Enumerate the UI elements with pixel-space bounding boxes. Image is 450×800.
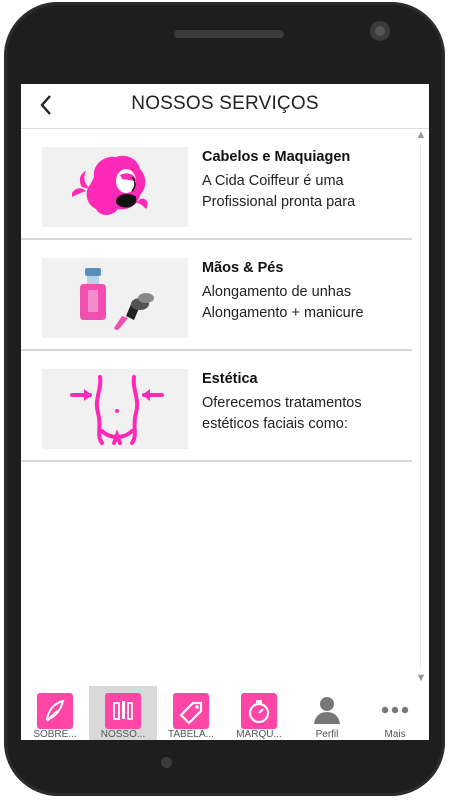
list-item-estetica[interactable]: Estética Oferecemos tratamentos estético… [21,351,412,462]
tab-mais[interactable]: Mais [361,686,429,740]
phone-mic [161,757,172,768]
service-title: Cabelos e Maquiagen [202,149,351,165]
more-dots-icon [377,692,413,728]
service-thumbnail [42,369,188,449]
scroll-down-icon[interactable]: ▼ [413,672,429,684]
service-description: Oferecemos tratamentos estéticos faciais… [202,395,362,432]
tab-label: MARQU... [236,729,282,740]
tab-label: Mais [384,729,406,740]
tab-marque[interactable]: MARQU... [225,686,293,740]
user-icon [309,692,345,728]
list-item-cabelos[interactable]: Cabelos e Maquiagen A Cida Coiffeur é um… [21,129,412,240]
beauty-tools-icon [105,693,141,729]
hair-makeup-icon [72,155,148,215]
service-thumbnail [42,258,188,338]
tab-label: TABELA... [168,729,214,740]
scroll-track [420,145,421,668]
app-screen: NOSSOS SERVIÇOS Cabelos e Maquiagen A Ci… [21,84,429,740]
tab-sobre[interactable]: SOBRE... [21,686,89,740]
scroll-up-icon[interactable]: ▲ [413,129,429,141]
list-item-maos-pes[interactable]: Mãos & Pés Alongamento de unhas Alongame… [21,240,412,351]
stopwatch-icon [241,693,277,729]
tab-label: Perfil [315,729,339,740]
service-description: Alongamento de unhas Alongamento + manic… [202,284,364,321]
tag-icon [173,693,209,729]
phone-camera [370,21,390,41]
service-title: Mãos & Pés [202,260,284,276]
service-title: Estética [202,371,258,387]
bottom-tab-bar: SOBRE... NOSSO... TABELA... MARQU... Per [21,686,429,740]
tab-perfil[interactable]: Perfil [293,686,361,740]
service-thumbnail [42,147,188,227]
phone-speaker [174,30,284,38]
tab-label: SOBRE... [33,729,77,740]
tab-nossos-servicos[interactable]: NOSSO... [89,686,157,740]
services-list: Cabelos e Maquiagen A Cida Coiffeur é um… [21,129,412,462]
service-description: A Cida Coiffeur é uma Profissional pront… [202,173,356,210]
feather-icon [37,693,73,729]
nail-polish-icon [80,268,154,330]
list-scrollbar[interactable]: ▲ ▼ [413,129,429,684]
body-waist-icon [70,375,164,445]
tab-tabela[interactable]: TABELA... [157,686,225,740]
app-header: NOSSOS SERVIÇOS [21,84,429,129]
tab-label: NOSSO... [100,729,146,740]
page-title: NOSSOS SERVIÇOS [131,93,319,114]
